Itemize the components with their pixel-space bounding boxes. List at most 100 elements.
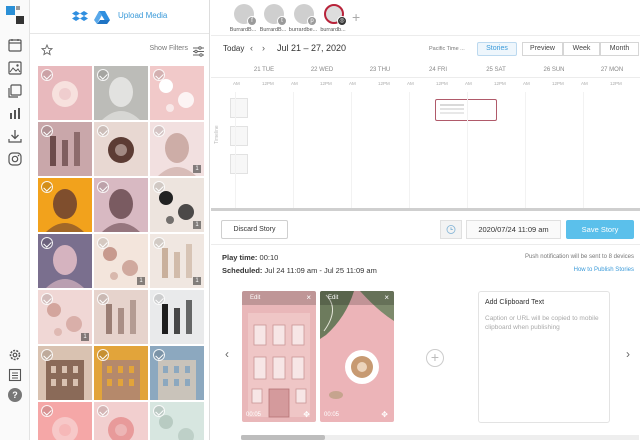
day-column-header: 26 SUN (543, 67, 565, 73)
media-library-icon[interactable] (8, 61, 22, 75)
frame-edit-button[interactable]: Edit (250, 295, 260, 301)
media-library-panel: Upload Media Show Filters 1 1 1 1 1 (30, 0, 210, 440)
media-thumbnail[interactable] (94, 290, 148, 344)
schedule-clock-button[interactable] (440, 220, 462, 239)
select-check-icon[interactable] (153, 181, 165, 193)
frames-scrollbar[interactable] (241, 435, 639, 440)
select-check-icon[interactable] (153, 125, 165, 137)
timeline-story-thumbnail[interactable] (230, 126, 248, 146)
calendar-icon[interactable] (8, 38, 22, 52)
media-thumbnail[interactable] (94, 178, 148, 232)
preview-view-button[interactable]: Preview (522, 42, 563, 56)
select-check-icon[interactable] (153, 405, 165, 417)
select-check-icon[interactable] (41, 69, 53, 81)
stories-icon[interactable] (8, 84, 22, 98)
usage-count-badge: 1 (193, 277, 201, 285)
story-frame[interactable]: Edit × 00:05 ✥ (320, 291, 394, 422)
move-frame-icon[interactable]: ✥ (303, 410, 310, 419)
previous-week-chevron-icon[interactable]: ‹ (250, 43, 253, 53)
select-check-icon[interactable] (41, 181, 53, 193)
upload-media-link[interactable]: Upload Media (118, 11, 167, 20)
select-check-icon[interactable] (153, 349, 165, 361)
select-check-icon[interactable] (153, 293, 165, 305)
hour-label: 12PM (552, 81, 564, 86)
media-thumbnail[interactable] (38, 122, 92, 176)
filter-sliders-icon[interactable] (193, 44, 204, 57)
download-icon[interactable] (8, 129, 22, 143)
media-thumbnail[interactable] (94, 66, 148, 120)
clipboard-text-box[interactable]: Add Clipboard Text Caption or URL will b… (478, 291, 610, 423)
media-thumbnail[interactable]: 1 (94, 234, 148, 288)
save-story-button[interactable]: Save Story (566, 220, 634, 239)
app-logo[interactable] (4, 4, 26, 26)
date-range-label: Jul 21 – 27, 2020 (277, 43, 347, 53)
settings-gear-icon[interactable] (8, 348, 22, 362)
remove-frame-close-icon[interactable]: × (306, 293, 311, 302)
select-check-icon[interactable] (97, 237, 109, 249)
select-check-icon[interactable] (41, 405, 53, 417)
dropbox-icon[interactable] (72, 10, 88, 24)
select-check-icon[interactable] (97, 405, 109, 417)
scheduled-story-event[interactable] (435, 99, 497, 121)
favorites-star-icon[interactable] (40, 43, 54, 56)
select-check-icon[interactable] (41, 237, 53, 249)
select-check-icon[interactable] (153, 237, 165, 249)
media-thumbnail[interactable] (38, 178, 92, 232)
next-week-chevron-icon[interactable]: › (262, 43, 265, 53)
today-button[interactable]: Today (223, 44, 244, 53)
select-check-icon[interactable] (97, 349, 109, 361)
move-frame-icon[interactable]: ✥ (381, 410, 388, 419)
timeline-story-thumbnail[interactable] (230, 98, 248, 118)
profile-switcher: f BurrardB... t BurrardB... p burrardbe... ◎ bu… (211, 0, 640, 36)
show-filters-button[interactable]: Show Filters (149, 45, 188, 52)
select-check-icon[interactable] (153, 69, 165, 81)
media-thumbnail[interactable] (94, 402, 148, 440)
list-icon[interactable] (8, 368, 22, 382)
next-frame-chevron-icon[interactable]: › (626, 347, 630, 361)
story-frame[interactable]: Edit × 00:05 ✥ (242, 291, 316, 422)
select-check-icon[interactable] (97, 293, 109, 305)
previous-frame-chevron-icon[interactable]: ‹ (225, 347, 229, 361)
media-thumbnail[interactable] (38, 402, 92, 440)
stories-toggle-button[interactable]: Stories (477, 42, 517, 56)
media-thumbnail[interactable] (150, 290, 204, 344)
media-thumbnail[interactable] (150, 66, 204, 120)
frames-scrollbar-thumb[interactable] (241, 435, 325, 440)
media-thumbnail[interactable] (38, 66, 92, 120)
frame-edit-button[interactable]: Edit (328, 295, 338, 301)
media-thumbnail[interactable]: 1 (38, 290, 92, 344)
usage-count-badge: 1 (193, 165, 201, 173)
media-thumbnail[interactable] (150, 346, 204, 400)
add-profile-icon[interactable]: + (352, 9, 360, 25)
media-thumbnail[interactable]: 1 (150, 178, 204, 232)
google-drive-icon[interactable] (94, 10, 110, 24)
media-thumbnail[interactable] (94, 122, 148, 176)
analytics-icon[interactable] (8, 106, 22, 120)
select-check-icon[interactable] (41, 349, 53, 361)
discard-story-button[interactable]: Discard Story (221, 220, 288, 239)
week-view-button[interactable]: Week (563, 42, 600, 56)
media-thumbnail[interactable] (38, 346, 92, 400)
profile-avatar-button[interactable]: ◎ burrardb... (317, 4, 349, 34)
remove-frame-close-icon[interactable]: × (384, 293, 389, 302)
media-thumbnail[interactable]: 1 (150, 234, 204, 288)
select-check-icon[interactable] (97, 69, 109, 81)
media-thumbnail[interactable]: 1 (150, 122, 204, 176)
schedule-date-field[interactable]: 2020/07/24 11:09 am (466, 220, 561, 239)
media-thumbnail[interactable] (38, 234, 92, 288)
month-view-button[interactable]: Month (600, 42, 639, 56)
select-check-icon[interactable] (97, 125, 109, 137)
select-check-icon[interactable] (97, 181, 109, 193)
select-check-icon[interactable] (41, 293, 53, 305)
select-check-icon[interactable] (41, 125, 53, 137)
timeline-story-thumbnail[interactable] (230, 154, 248, 174)
event-content-lines (440, 104, 464, 106)
timezone-selector[interactable]: Pacific Time ... (429, 46, 465, 52)
help-icon[interactable]: ? (8, 388, 22, 402)
how-to-publish-link[interactable]: How to Publish Stories (574, 267, 634, 273)
media-thumbnail[interactable] (150, 402, 204, 440)
instagram-icon[interactable] (8, 152, 22, 166)
add-frame-button[interactable]: + (426, 349, 444, 367)
calendar-area: f BurrardB... t BurrardB... p burrardbe... ◎ bu… (211, 0, 640, 208)
media-thumbnail[interactable] (94, 346, 148, 400)
